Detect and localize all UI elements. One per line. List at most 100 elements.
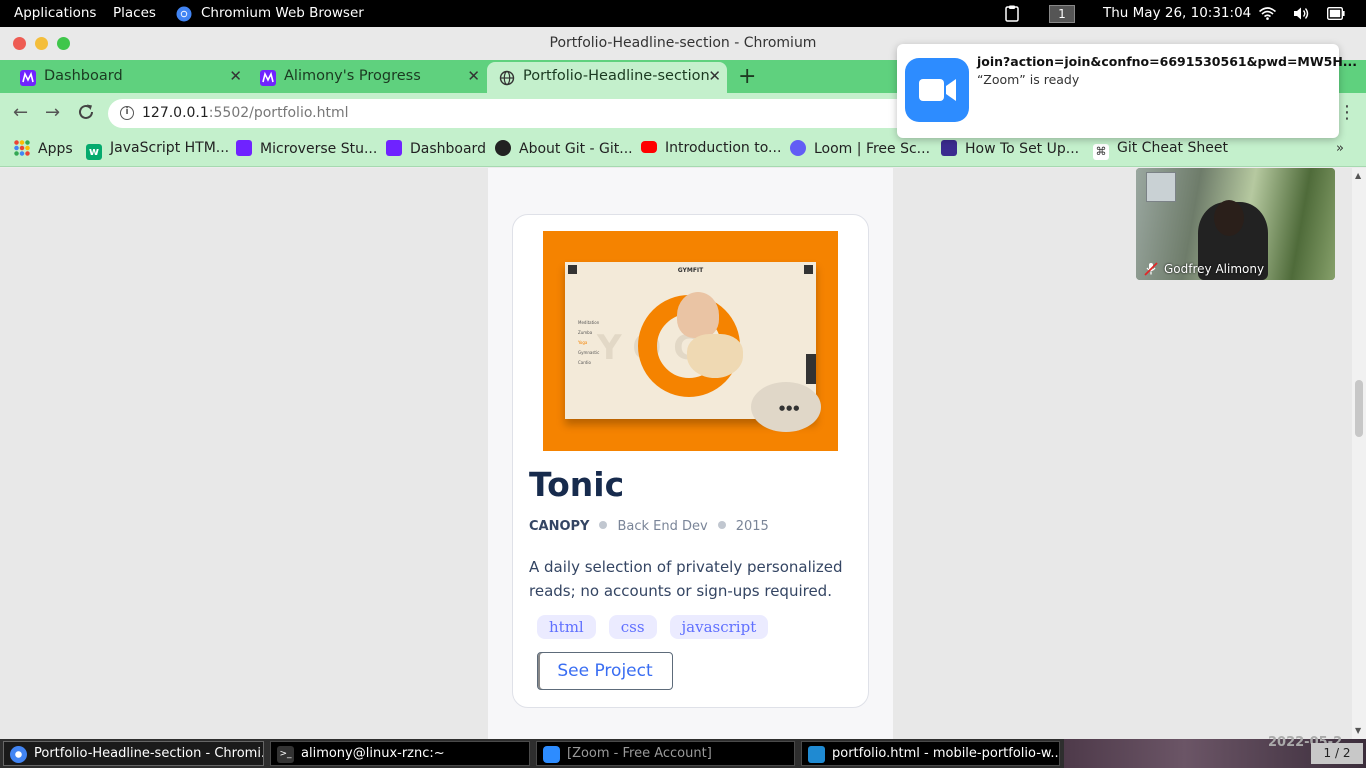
- project-client: CANOPY: [529, 519, 590, 534]
- close-tab-icon[interactable]: ✕: [708, 67, 721, 85]
- project-role: Back End Dev: [617, 519, 708, 534]
- zoom-icon: [543, 746, 560, 763]
- mockup-side-tab: [806, 354, 816, 384]
- project-card: GYMFIT YOGA Meditation Zumba Yoga Gymnas…: [512, 214, 869, 708]
- project-year: 2015: [735, 519, 769, 534]
- bookmark-javascript-html[interactable]: w JavaScript HTM...: [86, 140, 229, 160]
- taskbar-item-label: alimony@linux-rznc:~: [301, 746, 445, 761]
- chromium-icon: [10, 746, 27, 763]
- meta-separator-dot: [717, 521, 726, 529]
- w3schools-icon: w: [86, 144, 102, 160]
- zoom-app-icon: [905, 58, 969, 122]
- wifi-icon[interactable]: [1258, 7, 1277, 24]
- more-bookmarks-chevron-icon[interactable]: »: [1336, 141, 1344, 156]
- bookmark-introduction[interactable]: Introduction to...: [641, 140, 781, 156]
- site-info-icon[interactable]: i: [120, 106, 134, 120]
- command-key-icon: ⌘: [1093, 144, 1109, 160]
- reload-icon[interactable]: [77, 103, 95, 126]
- mockup-side-menu: Meditation Zumba Yoga Gymnastic Cardio: [578, 320, 600, 365]
- see-project-button[interactable]: See Project: [537, 652, 673, 690]
- taskbar-item-chromium[interactable]: Portfolio-Headline-section - Chromi...: [3, 741, 264, 766]
- forward-arrow-icon[interactable]: →: [45, 102, 60, 123]
- applications-menu[interactable]: Applications: [14, 5, 96, 21]
- zoom-video-tile[interactable]: Godfrey Alimony: [1136, 168, 1335, 280]
- tab-label: Alimony's Progress: [284, 68, 421, 84]
- bookmark-apps[interactable]: Apps: [14, 140, 73, 157]
- page-scrollbar[interactable]: ▲ ▼: [1352, 168, 1366, 739]
- bookmark-page-icon: [941, 140, 957, 156]
- taskbar: Portfolio-Headline-section - Chromi... >…: [0, 735, 1366, 768]
- taskbar-item-label: [Zoom - Free Account]: [567, 746, 712, 761]
- active-app-label[interactable]: Chromium Web Browser: [201, 5, 364, 21]
- bookmark-microverse-student[interactable]: Microverse Stu...: [236, 140, 377, 157]
- url-text[interactable]: 127.0.0.1:5502/portfolio.html: [142, 105, 349, 121]
- bookmarks-bar: Apps w JavaScript HTM... Microverse Stu..…: [0, 134, 1366, 167]
- project-tags: html css javascript: [537, 615, 781, 639]
- volume-icon[interactable]: [1293, 6, 1311, 25]
- apps-grid-icon: [14, 140, 30, 156]
- bookmark-about-git[interactable]: About Git - Git...: [495, 140, 633, 157]
- back-arrow-icon[interactable]: ←: [13, 102, 28, 123]
- zoom-notification[interactable]: join?action=join&confno=6691530561&pwd=M…: [897, 44, 1357, 138]
- microverse-icon: [20, 70, 36, 86]
- youtube-icon: [641, 141, 657, 153]
- browser-menu-icon[interactable]: ⋮: [1338, 102, 1356, 123]
- clipboard-icon[interactable]: [1005, 5, 1019, 26]
- video-person-head: [1214, 200, 1244, 236]
- mockup-brand: GYMFIT: [677, 267, 704, 274]
- project-description: A daily selection of privately personali…: [529, 558, 843, 600]
- project-snapshot-image: GYMFIT YOGA Meditation Zumba Yoga Gymnas…: [543, 231, 838, 451]
- taskbar-item-zoom[interactable]: [Zoom - Free Account]: [536, 741, 795, 766]
- taskbar-item-vscode[interactable]: portfolio.html - mobile-portfolio-w...: [801, 741, 1060, 766]
- places-menu[interactable]: Places: [113, 5, 156, 21]
- mockup-screen: GYMFIT YOGA Meditation Zumba Yoga Gymnas…: [565, 262, 821, 432]
- chromium-icon: [176, 6, 192, 26]
- scroll-thumb[interactable]: [1355, 380, 1363, 437]
- new-tab-button[interactable]: +: [738, 64, 756, 89]
- bookmark-how-to-set-up[interactable]: How To Set Up...: [941, 140, 1079, 157]
- loom-icon: [790, 140, 806, 156]
- tab-label: Portfolio-Headline-section: [523, 68, 710, 84]
- muted-mic-icon: [1144, 262, 1158, 276]
- mockup-menu-icon: [568, 265, 577, 274]
- mockup-dots: ●●●: [779, 404, 801, 412]
- system-top-bar: Applications Places Chromium Web Browser…: [0, 0, 1366, 27]
- tab-portfolio-headline[interactable]: Portfolio-Headline-section ✕: [487, 62, 727, 93]
- vscode-icon: [808, 746, 825, 763]
- taskbar-item-terminal[interactable]: >_ alimony@linux-rznc:~: [270, 741, 530, 766]
- close-tab-icon[interactable]: ✕: [229, 67, 242, 85]
- project-meta: CANOPY Back End Dev 2015: [529, 519, 769, 534]
- microverse-icon: [236, 140, 252, 156]
- taskbar-item-label: portfolio.html - mobile-portfolio-w...: [832, 746, 1060, 761]
- workspace-indicator[interactable]: 1: [1049, 5, 1075, 23]
- battery-icon[interactable]: [1326, 6, 1345, 24]
- bookmark-git-cheat-sheet[interactable]: ⌘ Git Cheat Sheet: [1093, 140, 1228, 160]
- tag-javascript: javascript: [669, 615, 769, 639]
- taskbar-item-label: Portfolio-Headline-section - Chromi...: [34, 746, 264, 761]
- video-wall-panel: [1146, 172, 1176, 202]
- participant-name: Godfrey Alimony: [1164, 262, 1265, 276]
- mockup-yoga-figure-body: [687, 334, 743, 378]
- clock[interactable]: Thu May 26, 10:31:04: [1103, 5, 1251, 21]
- project-title: Tonic: [529, 465, 625, 504]
- mockup-user-icon: [804, 265, 813, 274]
- scroll-up-arrow-icon[interactable]: ▲: [1355, 171, 1361, 180]
- notification-body: “Zoom” is ready: [977, 72, 1080, 87]
- terminal-icon: >_: [277, 746, 294, 763]
- microverse-icon: [386, 140, 402, 156]
- workspace-pager[interactable]: 1 / 2: [1311, 743, 1363, 764]
- globe-icon: [499, 70, 515, 86]
- tab-alimonys-progress[interactable]: Alimony's Progress ✕: [248, 62, 486, 93]
- notification-title: join?action=join&confno=6691530561&pwd=M…: [977, 54, 1358, 69]
- bookmark-loom[interactable]: Loom | Free Sc...: [790, 140, 930, 157]
- mockup-yoga-figure: [677, 292, 719, 338]
- microverse-icon: [260, 70, 276, 86]
- meta-separator-dot: [599, 521, 608, 529]
- tag-html: html: [537, 615, 596, 639]
- bookmark-dashboard[interactable]: Dashboard: [386, 140, 486, 157]
- scroll-down-arrow-icon[interactable]: ▼: [1355, 726, 1361, 735]
- close-tab-icon[interactable]: ✕: [467, 67, 480, 85]
- tag-css: css: [608, 615, 657, 639]
- portfolio-page: GYMFIT YOGA Meditation Zumba Yoga Gymnas…: [488, 168, 893, 739]
- tab-dashboard[interactable]: Dashboard ✕: [8, 62, 248, 93]
